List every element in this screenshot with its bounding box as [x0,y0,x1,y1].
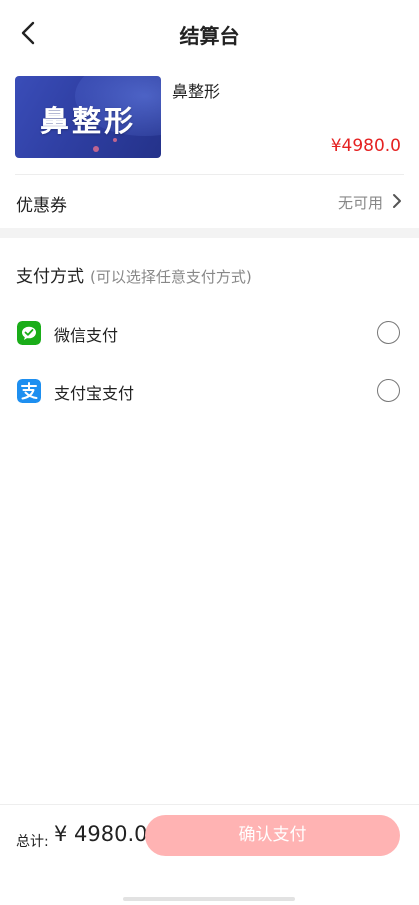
coupon-value: 无可用 [337,194,383,212]
payment-option-label: 支付宝支付 [54,384,135,403]
product-image: 鼻整形 [15,76,161,158]
payment-option-alipay[interactable]: 支付宝支付 [0,366,419,416]
radio-button[interactable] [377,379,400,402]
payment-hint: (可以选择任意支付方式) [90,268,252,286]
page-title: 结算台 [179,24,240,48]
total-amount: ¥ 4980.0 [54,822,148,846]
payment-option-label: 微信支付 [54,326,119,345]
section-divider [0,228,419,238]
bottom-bar: 总计: ¥ 4980.0 确认支付 [0,804,419,868]
payment-title: 支付方式 [16,267,84,287]
coupon-label: 优惠券 [16,196,67,216]
confirm-payment-button[interactable]: 确认支付 [145,815,400,856]
total-label: 总计: [16,834,49,850]
product-card: 鼻整形 鼻整形 ¥4980.0 [0,66,419,174]
header: 结算台 [0,0,419,66]
product-image-text: 鼻整形 [39,104,136,138]
home-indicator [123,897,295,901]
alipay-icon [17,379,41,403]
product-name: 鼻整形 [172,82,221,101]
payment-option-wechat[interactable]: 微信支付 [0,308,419,358]
coupon-row[interactable]: 优惠券 无可用 [0,175,419,227]
chevron-right-icon [393,194,401,208]
wechat-pay-icon [17,321,41,345]
radio-button[interactable] [377,321,400,344]
payment-section-title: 支付方式 (可以选择任意支付方式) [16,262,252,287]
product-price: ¥4980.0 [330,136,401,156]
